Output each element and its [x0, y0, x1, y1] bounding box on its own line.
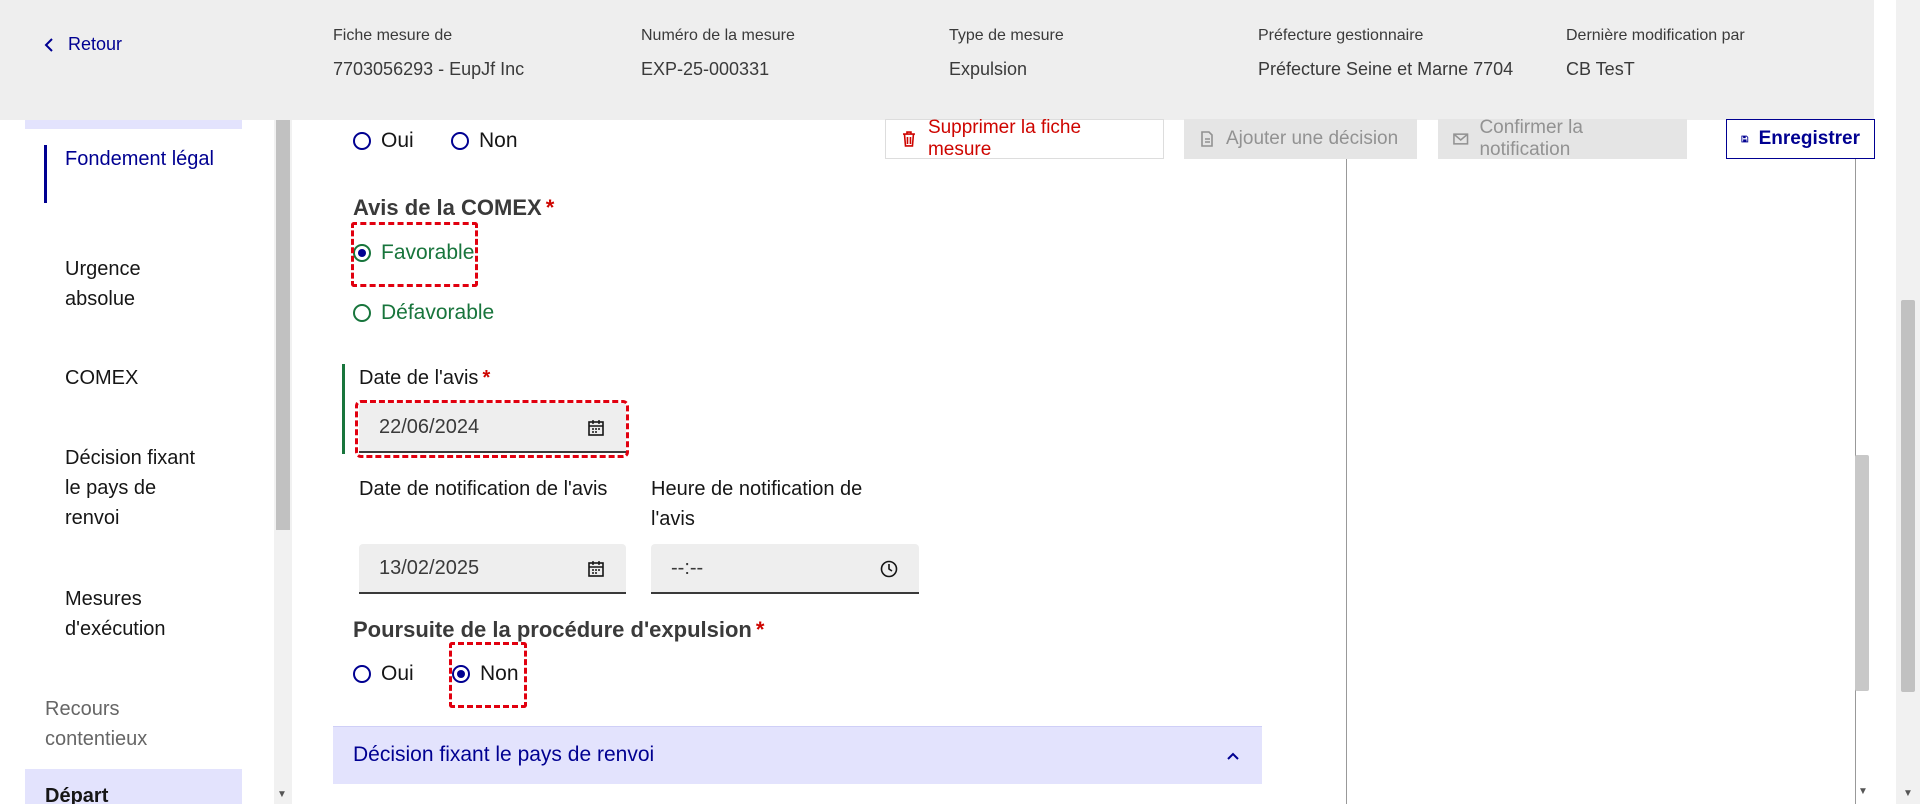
sidebar-active-band [25, 120, 242, 129]
heure-notification-label: Heure de notification de l'avis [651, 478, 863, 530]
header-col-numero: Numéro de la mesure EXP-25-000331 [641, 27, 795, 80]
sidebar-active-indicator [44, 145, 47, 203]
header-label: Numéro de la mesure [641, 27, 795, 44]
sidebar-scrollbar[interactable]: ▼ [274, 120, 292, 804]
page-scrollbar-thumb[interactable] [1901, 300, 1915, 692]
radio-top-non[interactable]: Non [451, 129, 518, 153]
radio-circle[interactable] [353, 665, 371, 683]
header-value: EXP-25-000331 [641, 59, 770, 79]
accordion-title: Décision fixant le pays de renvoi [353, 743, 655, 766]
content-scrollbar-thumb[interactable] [1855, 455, 1869, 691]
header-col-modification: Dernière modification par CB TesT [1566, 27, 1745, 80]
confirm-notification-label: Confirmer la notification [1479, 117, 1583, 160]
radio-label: Oui [381, 662, 414, 685]
date-avis-label-text: Date de l'avis [359, 367, 479, 389]
header-col-prefecture: Préfecture gestionnaire Préfecture Seine… [1258, 27, 1513, 80]
highlight-poursuite-non [449, 642, 527, 708]
date-notification-label: Date de notification de l'avis [359, 478, 608, 500]
clock-icon[interactable] [879, 559, 899, 579]
calendar-icon[interactable] [586, 559, 606, 579]
header-value: CB TesT [1566, 59, 1635, 79]
required-mark: * [545, 195, 555, 220]
poursuite-legend: Poursuite de la procédure d'expulsion * [353, 617, 764, 643]
comex-avis-legend-text: Avis de la COMEX [353, 195, 542, 220]
save-button[interactable]: Enregistrer [1726, 119, 1875, 159]
poursuite-legend-text: Poursuite de la procédure d'expulsion [353, 617, 752, 642]
header-value: Expulsion [949, 59, 1028, 79]
chevron-up-icon[interactable] [1226, 749, 1240, 763]
sidebar-item-mesures-execution[interactable]: Mesures d'exécution [65, 584, 215, 644]
measure-header: Retour Fiche mesure de 7703056293 - EupJ… [0, 0, 1874, 120]
header-col-type: Type de mesure Expulsion [949, 27, 1064, 80]
date-notification-input[interactable]: 13/02/2025 [359, 544, 626, 594]
sidebar-section-depart[interactable]: Départ [25, 769, 242, 804]
delete-measure-label: Supprimer la fiche mesure [927, 117, 1082, 160]
required-mark: * [755, 617, 765, 642]
required-mark: * [482, 367, 491, 389]
add-decision-label: Ajouter une décision [1226, 128, 1399, 149]
scroll-down-arrow-icon[interactable]: ▼ [1903, 788, 1913, 799]
radio-label: Non [479, 129, 518, 152]
sidebar-item-fondement-legal[interactable]: Fondement légal [65, 144, 215, 174]
delete-measure-button[interactable]: Supprimer la fiche mesure [885, 117, 1164, 160]
date-notification-value: 13/02/2025 [379, 556, 480, 579]
scroll-down-arrow-icon[interactable]: ▼ [277, 789, 287, 800]
valid-field-indicator [342, 364, 345, 454]
sidebar-item-comex[interactable]: COMEX [65, 363, 215, 393]
sidebar-item-urgence-absolue[interactable]: Urgence absolue [65, 254, 215, 314]
back-link[interactable]: Retour [42, 34, 122, 55]
radio-circle[interactable] [451, 132, 469, 150]
document-icon [1201, 131, 1213, 147]
add-decision-button[interactable]: Ajouter une décision [1184, 119, 1417, 159]
trash-icon [902, 131, 915, 147]
radio-top-oui[interactable]: Oui [353, 129, 414, 153]
save-icon [1741, 135, 1749, 143]
highlight-favorable [351, 222, 478, 287]
radio-circle[interactable] [353, 132, 371, 150]
header-label: Fiche mesure de [333, 27, 453, 44]
mail-icon [1453, 133, 1469, 145]
radio-poursuite-oui[interactable]: Oui [353, 662, 414, 686]
back-label: Retour [68, 34, 123, 54]
heure-notification-value: --:-- [671, 556, 704, 579]
radio-label: Défavorable [381, 301, 495, 324]
header-label: Type de mesure [949, 27, 1064, 44]
scroll-down-arrow-icon[interactable]: ▼ [1858, 786, 1868, 797]
sidebar-section-depart-label: Départ [45, 785, 109, 804]
sidebar-scrollbar-thumb[interactable] [276, 120, 290, 530]
save-label: Enregistrer [1758, 128, 1860, 149]
header-value: 7703056293 - EupJf Inc [333, 59, 525, 79]
header-value: Préfecture Seine et Marne 7704 [1258, 59, 1514, 79]
header-label: Dernière modification par [1566, 27, 1745, 44]
header-label: Préfecture gestionnaire [1258, 27, 1424, 44]
accordion-decision-pays[interactable]: Décision fixant le pays de renvoi [333, 726, 1262, 784]
sidebar-item-decision-pays[interactable]: Décision fixant le pays de renvoi [65, 443, 205, 533]
radio-circle[interactable] [353, 304, 371, 322]
sidebar-section-recours[interactable]: Recours contentieux [45, 694, 175, 754]
radio-defavorable[interactable]: Défavorable [353, 301, 494, 325]
page-scrollbar[interactable]: ▼ [1896, 0, 1920, 804]
confirm-notification-button[interactable]: Confirmer la notification [1438, 117, 1687, 160]
highlight-date-avis [355, 400, 629, 458]
date-avis-label: Date de l'avis * [359, 363, 490, 393]
header-col-fiche: Fiche mesure de 7703056293 - EupJf Inc [333, 27, 524, 80]
comex-avis-legend: Avis de la COMEX * [353, 195, 554, 221]
radio-label: Oui [381, 129, 414, 152]
heure-notification-input[interactable]: --:-- [651, 544, 919, 594]
column-divider [1346, 159, 1347, 804]
chevron-left-icon [44, 37, 53, 52]
